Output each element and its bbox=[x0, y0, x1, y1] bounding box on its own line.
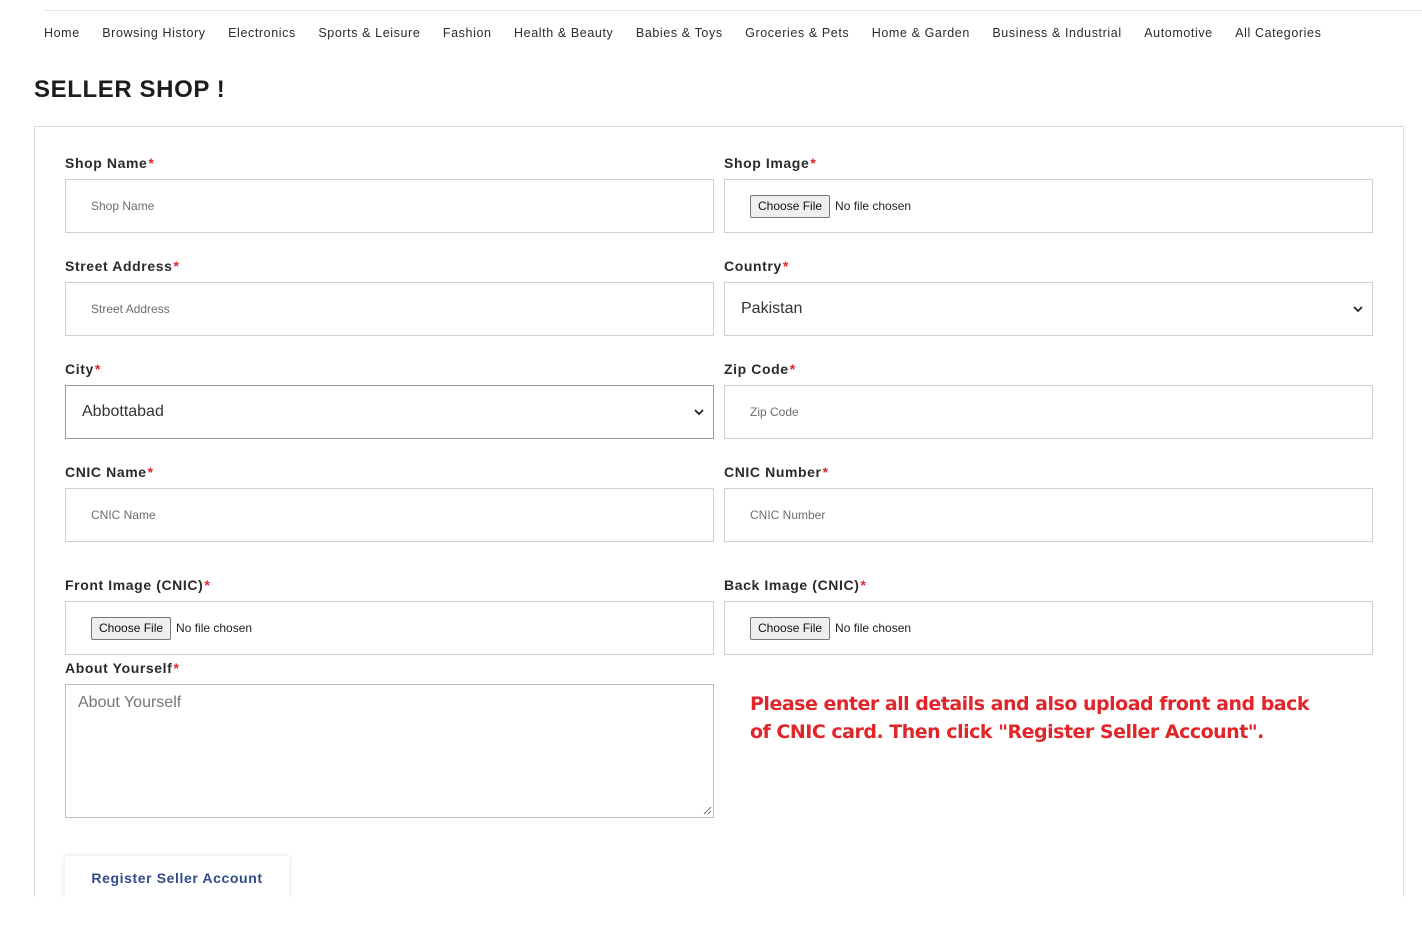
nav-item-groceries-pets[interactable]: Groceries & Pets bbox=[745, 26, 849, 40]
front-image-label: Front Image (CNIC)* bbox=[65, 577, 211, 593]
front-image-choose-file-button[interactable]: Choose File bbox=[91, 616, 172, 640]
chevron-down-icon bbox=[694, 409, 704, 416]
about-yourself-label: About Yourself* bbox=[65, 660, 180, 676]
back-image-choose-file-button[interactable]: Choose File bbox=[750, 616, 831, 640]
nav-item-home[interactable]: Home bbox=[44, 26, 80, 40]
page-title: SELLER SHOP ! bbox=[34, 76, 226, 103]
zip-code-field bbox=[724, 385, 1373, 439]
back-image-label: Back Image (CNIC)* bbox=[724, 577, 867, 593]
nav-item-babies-toys[interactable]: Babies & Toys bbox=[636, 26, 723, 40]
required-mark: * bbox=[789, 361, 796, 377]
required-mark: * bbox=[173, 660, 180, 676]
nav-item-business-industrial[interactable]: Business & Industrial bbox=[992, 26, 1121, 40]
front-image-file-status: No file chosen bbox=[176, 621, 253, 635]
required-mark: * bbox=[147, 464, 154, 480]
cnic-name-field bbox=[65, 488, 714, 542]
required-mark: * bbox=[822, 464, 829, 480]
chevron-down-icon bbox=[1353, 306, 1363, 313]
required-mark: * bbox=[204, 577, 211, 593]
required-mark: * bbox=[173, 258, 180, 274]
page-bottom-area bbox=[0, 897, 1422, 930]
shop-image-choose-file-button[interactable]: Choose File bbox=[750, 194, 831, 218]
back-image-file-status: No file chosen bbox=[835, 621, 912, 635]
shop-name-input[interactable] bbox=[66, 180, 713, 232]
front-image-field: Choose File No file chosen bbox=[65, 601, 714, 655]
resize-grip-icon[interactable] bbox=[703, 806, 712, 815]
required-mark: * bbox=[148, 155, 155, 171]
top-divider bbox=[44, 10, 1422, 11]
country-label: Country* bbox=[724, 258, 789, 274]
street-address-input[interactable] bbox=[66, 283, 713, 335]
shop-name-field bbox=[65, 179, 714, 233]
required-mark: * bbox=[782, 258, 789, 274]
category-nav: Home Browsing History Electronics Sports… bbox=[44, 26, 1344, 40]
city-selected-value: Abbottabad bbox=[82, 403, 164, 420]
zip-code-input[interactable] bbox=[725, 386, 1372, 438]
cnic-number-field bbox=[724, 488, 1373, 542]
country-select[interactable]: Pakistan bbox=[724, 282, 1373, 336]
cnic-number-label: CNIC Number* bbox=[724, 464, 829, 480]
country-selected-value: Pakistan bbox=[741, 300, 803, 317]
required-mark: * bbox=[810, 155, 817, 171]
about-yourself-textarea[interactable] bbox=[65, 684, 714, 818]
required-mark: * bbox=[94, 361, 101, 377]
back-image-field: Choose File No file chosen bbox=[724, 601, 1373, 655]
register-seller-account-button[interactable]: Register Seller Account bbox=[65, 856, 289, 900]
city-label: City* bbox=[65, 361, 101, 377]
zip-code-label: Zip Code* bbox=[724, 361, 796, 377]
nav-item-home-garden[interactable]: Home & Garden bbox=[872, 26, 970, 40]
nav-item-fashion[interactable]: Fashion bbox=[443, 26, 492, 40]
cnic-number-input[interactable] bbox=[725, 489, 1372, 541]
nav-item-browsing-history[interactable]: Browsing History bbox=[102, 26, 205, 40]
required-mark: * bbox=[860, 577, 867, 593]
shop-image-file-status: No file chosen bbox=[835, 199, 912, 213]
shop-image-field: Choose File No file chosen bbox=[724, 179, 1373, 233]
cnic-name-input[interactable] bbox=[66, 489, 713, 541]
nav-item-electronics[interactable]: Electronics bbox=[228, 26, 296, 40]
city-select[interactable]: Abbottabad bbox=[65, 385, 714, 439]
street-address-field bbox=[65, 282, 714, 336]
nav-item-all-categories[interactable]: All Categories bbox=[1235, 26, 1321, 40]
street-address-label: Street Address* bbox=[65, 258, 180, 274]
nav-item-sports-leisure[interactable]: Sports & Leisure bbox=[318, 26, 420, 40]
shop-name-label: Shop Name* bbox=[65, 155, 155, 171]
nav-item-health-beauty[interactable]: Health & Beauty bbox=[514, 26, 613, 40]
nav-item-automotive[interactable]: Automotive bbox=[1144, 26, 1213, 40]
cnic-name-label: CNIC Name* bbox=[65, 464, 154, 480]
shop-image-label: Shop Image* bbox=[724, 155, 817, 171]
instructions-notice: Please enter all details and also upload… bbox=[750, 693, 1310, 743]
